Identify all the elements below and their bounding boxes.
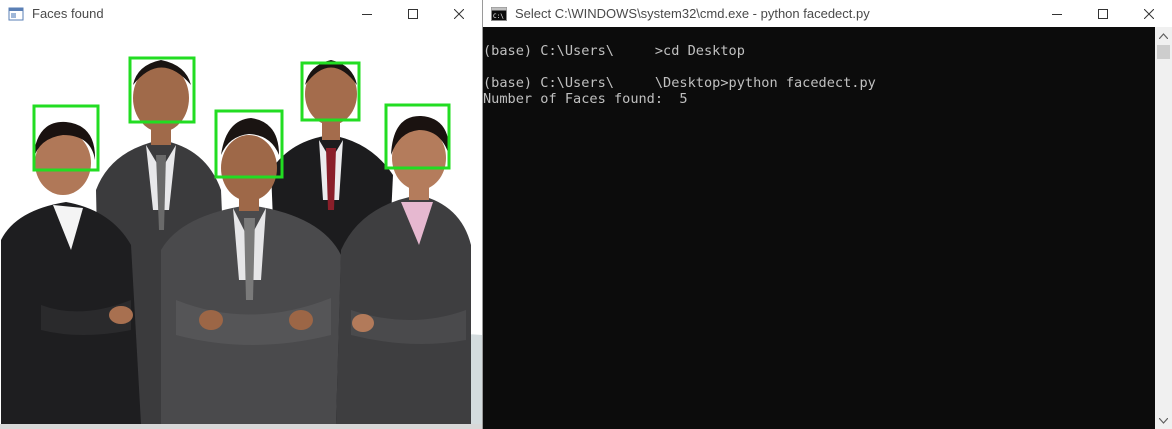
face-detection-image — [1, 30, 482, 424]
minimize-icon — [362, 13, 372, 15]
close-icon — [454, 8, 464, 19]
minimize-icon — [1052, 13, 1062, 15]
console-line: Number of Faces found: 5 — [483, 91, 688, 107]
scrollbar-thumb[interactable] — [1157, 45, 1170, 59]
maximize-button[interactable] — [1080, 0, 1126, 27]
opencv-window-icon — [8, 6, 24, 22]
window-bottom-edge — [0, 424, 482, 429]
title-bar[interactable]: Faces found — [0, 0, 482, 27]
maximize-icon — [408, 8, 418, 19]
scroll-up-button[interactable] — [1155, 27, 1172, 44]
group-photo — [1, 30, 482, 424]
console-line: (base) C:\Users\ >cd Desktop — [483, 43, 745, 59]
close-button[interactable] — [436, 0, 482, 27]
faces-found-window: Faces found — [0, 0, 483, 429]
console-output[interactable]: (base) C:\Users\ >cd Desktop (base) C:\U… — [483, 27, 1155, 429]
title-bar[interactable]: C:\ Select C:\WINDOWS\system32\cmd.exe -… — [483, 0, 1172, 27]
minimize-button[interactable] — [1034, 0, 1080, 27]
cmd-icon: C:\ — [491, 6, 507, 22]
chevron-down-icon — [1159, 417, 1168, 424]
window-title: Select C:\WINDOWS\system32\cmd.exe - pyt… — [515, 6, 870, 21]
close-icon — [1144, 8, 1154, 19]
close-button[interactable] — [1126, 0, 1172, 27]
cmd-window: C:\ Select C:\WINDOWS\system32\cmd.exe -… — [483, 0, 1172, 429]
svg-text:C:\: C:\ — [493, 13, 504, 20]
maximize-button[interactable] — [390, 0, 436, 27]
minimize-button[interactable] — [344, 0, 390, 27]
chevron-up-icon — [1159, 32, 1168, 39]
vertical-scrollbar[interactable] — [1155, 27, 1172, 429]
console-line: (base) C:\Users\ \Desktop>python facedec… — [483, 75, 876, 91]
maximize-icon — [1098, 8, 1108, 19]
scroll-down-button[interactable] — [1155, 412, 1172, 429]
window-title: Faces found — [32, 6, 104, 21]
